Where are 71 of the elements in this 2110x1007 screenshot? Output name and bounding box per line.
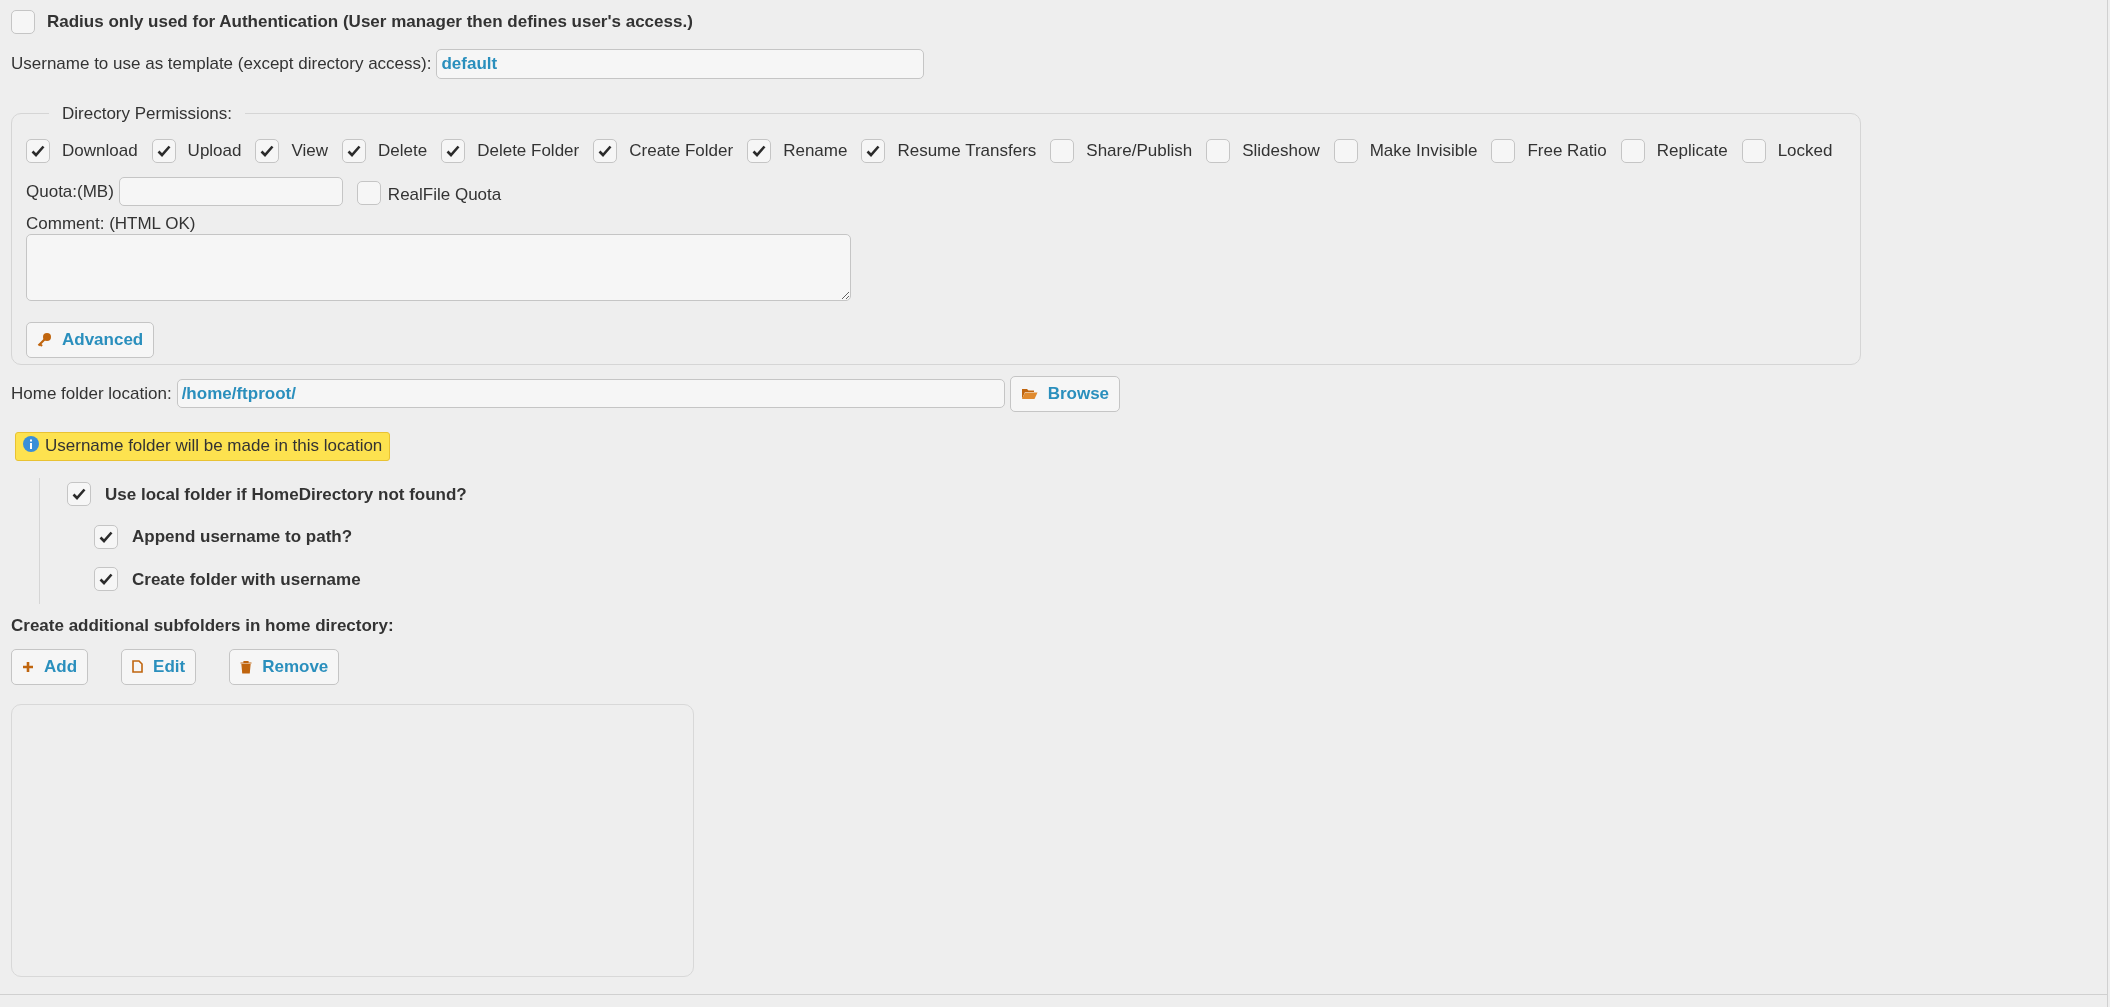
checkbox[interactable] [441,139,466,163]
checkbox[interactable] [94,567,118,592]
panel-legend: Directory Permissions: [49,100,246,126]
info-icon [23,436,39,452]
checkbox[interactable] [1050,139,1075,163]
checkbox[interactable] [26,139,50,163]
permission-label: Delete [378,140,428,163]
checkbox[interactable] [861,139,886,163]
check-icon [598,145,613,157]
add-button[interactable]: Add [11,648,89,685]
permission-label: Slideshow [1242,140,1320,163]
field-label: Quota:(MB) [26,181,114,203]
checkbox[interactable] [342,139,367,163]
permission-label: Upload [187,140,242,163]
notice-text: Username folder will be made in this location [45,435,383,458]
template-field[interactable]: default [436,48,925,79]
permission-label: Resume Transfers [897,140,1037,163]
checkbox[interactable] [593,139,618,163]
permission-label: Locked [1777,140,1833,163]
permission-label: Create Folder [629,140,734,163]
check-icon [752,145,767,157]
checkbox[interactable] [1206,139,1231,163]
option-label: Append username to path? [132,526,353,548]
option-label: Create folder with username [132,568,361,591]
checkbox[interactable] [747,139,772,163]
check-icon [31,145,45,157]
checkbox[interactable] [67,482,91,507]
check-icon [99,573,113,586]
check-icon [99,530,113,543]
checkbox[interactable] [1491,139,1516,163]
option-label: Use local folder if HomeDirectory not found? [105,483,467,506]
checkbox[interactable] [356,180,381,205]
trash-icon [240,659,253,674]
permission-label: Share/Publish [1086,140,1193,163]
field-label: Username to use as template (except directory access): [11,52,432,75]
key-icon [37,332,52,347]
field-label: Comment: (HTML OK) [26,213,196,234]
option-label: Radius only used for Authentication (User manager then defines user's access.) [47,11,693,33]
plus-icon [22,660,34,673]
field-label: Home folder location: [11,382,172,405]
checkbox[interactable] [1741,139,1766,163]
permission-label: View [291,140,329,163]
permission-label: Free Ratio [1527,140,1607,163]
check-icon [866,145,881,157]
option-label: RealFile Quota [387,184,502,206]
check-icon [156,145,171,157]
checkbox[interactable] [11,9,35,34]
document-icon [132,660,144,673]
edit-button[interactable]: Edit [121,648,197,685]
quota-field[interactable] [118,177,343,207]
checkbox[interactable] [94,524,118,549]
checkbox[interactable] [1620,139,1645,163]
home-folder-field[interactable]: /home/ftproot/ [176,379,1005,408]
comment-field[interactable] [26,233,851,301]
browse-button[interactable]: Browse [1009,375,1121,412]
advanced-button[interactable]: Advanced [26,321,155,358]
section-heading: Create additional subfolders in home directory: [11,615,394,637]
check-icon [347,145,362,157]
checkbox[interactable] [151,139,176,163]
permission-label: Make Invisible [1369,140,1478,163]
permission-label: Download [62,140,138,163]
check-icon [72,488,86,501]
permission-label: Replicate [1656,140,1728,163]
check-icon [446,145,461,157]
folder-icon [1020,387,1038,400]
check-icon [260,145,275,157]
remove-button[interactable]: Remove [229,648,340,685]
checkbox[interactable] [1333,139,1358,163]
permission-label: Delete Folder [477,140,580,163]
checkbox[interactable] [255,139,280,163]
permission-label: Rename [783,140,848,163]
